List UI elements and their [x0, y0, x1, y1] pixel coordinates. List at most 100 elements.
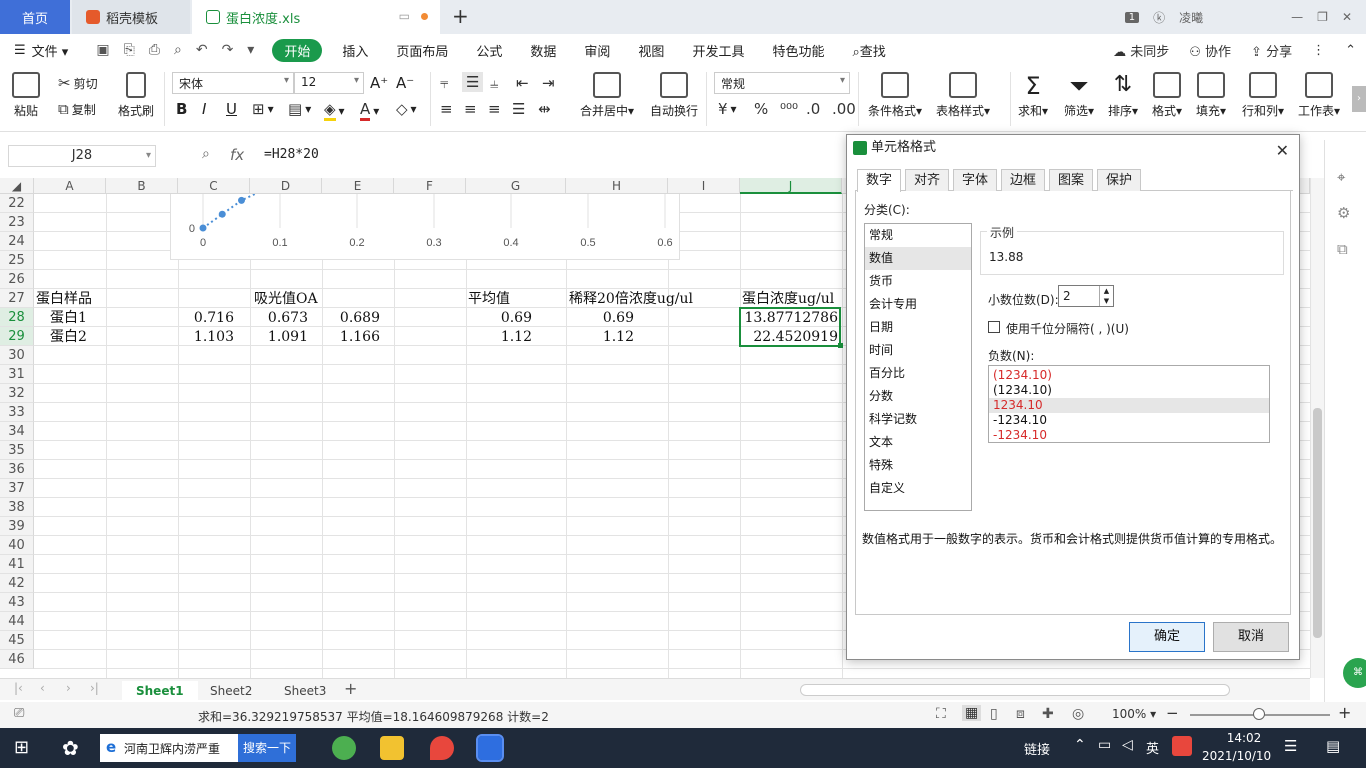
cell-c27-merged[interactable]: 吸光值OA — [254, 290, 318, 309]
column-header[interactable]: F — [394, 178, 466, 194]
column-header[interactable]: H — [566, 178, 668, 194]
assistant-float-icon[interactable]: ⌘ — [1343, 658, 1366, 688]
thousands-button[interactable]: ⁰⁰⁰ — [780, 100, 798, 118]
border-button[interactable]: ⊞ ▾ — [252, 100, 274, 118]
close-window-icon[interactable]: ✕ — [1342, 10, 1352, 24]
align-right-button[interactable]: ≡ — [488, 100, 501, 118]
cell-a28[interactable]: 蛋白1 — [50, 309, 87, 328]
negative-numbers-list[interactable]: (1234.10) (1234.10) 1234.10 -1234.10 -12… — [988, 365, 1270, 443]
column-header[interactable]: C — [178, 178, 250, 194]
font-size-select[interactable]: 12 — [294, 72, 364, 94]
ribbon-scroll-right-icon[interactable]: › — [1352, 86, 1366, 112]
italic-button[interactable]: I — [202, 100, 206, 118]
cell-h28[interactable]: 0.69 — [566, 309, 634, 328]
currency-button[interactable]: ¥ ▾ — [718, 100, 737, 118]
merge-center-button[interactable]: 合并居中▾ — [580, 72, 634, 119]
minimize-icon[interactable]: — — [1291, 10, 1303, 24]
close-icon[interactable]: ✕ — [1276, 138, 1289, 164]
decimal-increase-button[interactable]: .0 — [806, 100, 820, 118]
sogou-icon[interactable] — [1172, 736, 1192, 756]
paste-button[interactable]: 粘贴 — [12, 72, 40, 119]
align-top-button[interactable]: ⫧ — [440, 74, 448, 92]
tab-pattern[interactable]: 图案 — [1049, 169, 1094, 191]
tab-home[interactable]: 首页 — [0, 0, 70, 34]
sync-button[interactable]: ☁ 未同步 — [1113, 41, 1169, 60]
formula-input[interactable]: =H28*20 — [264, 147, 319, 162]
menu-formula[interactable]: 公式 — [476, 41, 502, 60]
share-button[interactable]: ⇪ 分享 — [1251, 41, 1292, 60]
volume-icon[interactable]: ◁ — [1122, 737, 1133, 753]
select-all-corner[interactable]: ◢ — [0, 178, 34, 194]
search-go-button[interactable]: 搜索一下 — [238, 734, 296, 762]
tab-font[interactable]: 字体 — [953, 169, 998, 191]
category-item-selected[interactable]: 数值 — [865, 247, 971, 270]
category-item[interactable]: 科学记数 — [865, 408, 971, 431]
negative-option[interactable]: (1234.10) — [989, 368, 1269, 383]
user-name[interactable]: 凌曦 — [1179, 9, 1203, 26]
category-item[interactable]: 会计专用 — [865, 293, 971, 316]
row-header[interactable]: 43 — [0, 593, 34, 612]
indent-increase-button[interactable]: ⇥ — [542, 74, 555, 92]
column-header[interactable]: E — [322, 178, 394, 194]
column-header[interactable]: D — [250, 178, 322, 194]
font-grow-button[interactable]: A⁺ — [370, 74, 388, 92]
negative-option[interactable]: -1234.10 — [989, 428, 1269, 443]
copy-button[interactable]: ⧉ 复制 — [58, 100, 96, 118]
page-view-icon[interactable]: ▯ — [990, 706, 998, 722]
negative-option[interactable]: (1234.10) — [989, 383, 1269, 398]
hamburger-icon[interactable]: ☰ — [14, 43, 26, 58]
zoom-formula-icon[interactable]: ⌕ — [202, 146, 210, 162]
row-header[interactable]: 44 — [0, 612, 34, 631]
fullscreen-icon[interactable]: ⛶ — [936, 706, 946, 722]
indent-decrease-button[interactable]: ⇤ — [516, 74, 529, 92]
cell-h27[interactable]: 稀释20倍浓度ug/ul — [569, 290, 693, 309]
more-icon[interactable]: ▾ — [247, 42, 254, 58]
row-header[interactable]: 41 — [0, 555, 34, 574]
align-middle-button[interactable]: ☰ — [462, 72, 484, 92]
row-header[interactable]: 38 — [0, 498, 34, 517]
row-header[interactable]: 29 — [0, 327, 34, 346]
tab-template[interactable]: 稻壳模板 — [72, 0, 190, 34]
format-painter-button[interactable]: 格式刷 — [118, 72, 154, 119]
stepper-down-icon[interactable]: ▼ — [1099, 296, 1113, 306]
font-shrink-button[interactable]: A⁻ — [396, 74, 414, 92]
tray-chevron-icon[interactable]: ⌃ — [1074, 737, 1086, 753]
preview-icon[interactable]: ⌕ — [174, 42, 182, 58]
window-count-badge[interactable]: 1 — [1124, 11, 1140, 23]
collab-button[interactable]: ⚇ 协作 — [1189, 41, 1231, 60]
collapse-ribbon-icon[interactable]: ⌃ — [1345, 43, 1356, 58]
column-header[interactable]: J — [740, 178, 842, 194]
horizontal-scrollbar[interactable] — [800, 684, 1230, 696]
category-item[interactable]: 自定义 — [865, 477, 971, 500]
row-header[interactable]: 40 — [0, 536, 34, 555]
pin-icon[interactable]: ▭ — [399, 9, 410, 23]
menu-insert[interactable]: 插入 — [342, 41, 368, 60]
row-header[interactable]: 22 — [0, 194, 34, 213]
category-item[interactable]: 时间 — [865, 339, 971, 362]
cell-g29[interactable]: 1.12 — [466, 328, 532, 347]
tab-border[interactable]: 边框 — [1001, 169, 1046, 191]
cell-g27[interactable]: 平均值 — [468, 290, 510, 309]
menu-view[interactable]: 视图 — [638, 41, 664, 60]
save-icon[interactable]: ▣ — [96, 42, 109, 58]
dialog-titlebar[interactable]: 单元格格式 ✕ — [847, 135, 1299, 161]
settings-slider-icon[interactable]: ⚙ — [1337, 204, 1350, 222]
cell-h29[interactable]: 1.12 — [566, 328, 634, 347]
zoom-slider-thumb[interactable] — [1253, 708, 1265, 720]
new-tab-icon[interactable]: + — [452, 4, 469, 28]
row-header[interactable]: 34 — [0, 422, 34, 441]
stepper-up-icon[interactable]: ▲ — [1099, 286, 1113, 296]
ime-indicator[interactable]: 英 — [1146, 738, 1159, 757]
worksheet-button[interactable]: 工作表▾ — [1298, 72, 1340, 119]
print-icon[interactable]: ⎙ — [149, 42, 160, 58]
cell-a29[interactable]: 蛋白2 — [50, 328, 87, 347]
network-icon[interactable]: ▭ — [1098, 737, 1111, 753]
row-header[interactable]: 32 — [0, 384, 34, 403]
undo-icon[interactable]: ↶ — [196, 42, 208, 58]
windows-start-icon[interactable]: ⊞ — [14, 737, 29, 758]
normal-view-icon[interactable]: ▦ — [962, 705, 982, 721]
cell-d28[interactable]: 0.673 — [250, 309, 308, 328]
ok-button[interactable]: 确定 — [1129, 622, 1205, 652]
taskbar-link-label[interactable]: 链接 — [1024, 739, 1050, 758]
clock-date[interactable]: 2021/10/10 — [1202, 749, 1271, 763]
